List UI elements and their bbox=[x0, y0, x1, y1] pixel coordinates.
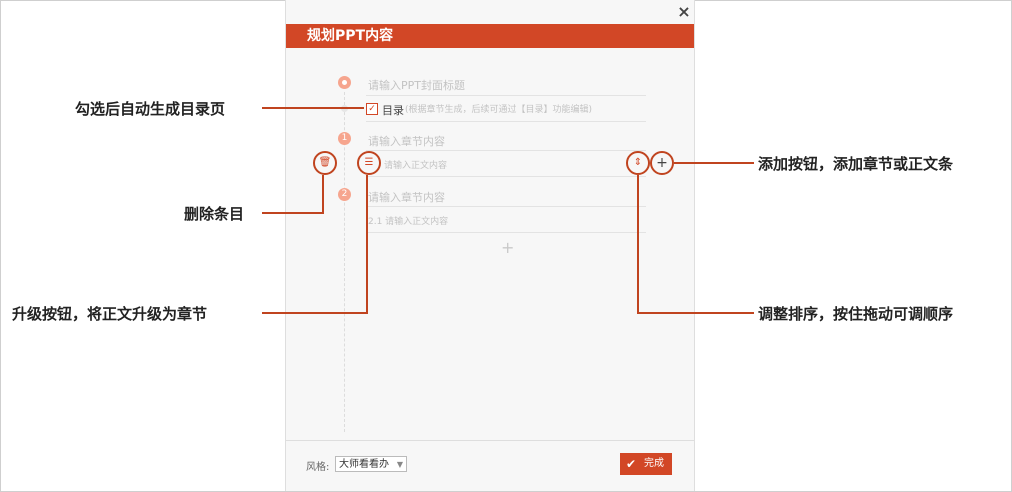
checkmark-icon: ✔ bbox=[626, 457, 637, 471]
callout-toc-checkbox: 勾选后自动生成目录页 bbox=[75, 100, 226, 118]
reorder-highlight[interactable]: ⇕ bbox=[626, 151, 650, 175]
add-highlight[interactable]: + bbox=[650, 151, 674, 175]
callout-promote: 升级按钮，将正文升级为章节 bbox=[12, 305, 208, 323]
dialog-title-bar: 规划PPT内容 bbox=[286, 24, 694, 48]
section-1-divider bbox=[366, 150, 646, 151]
plus-icon: + bbox=[656, 155, 668, 171]
promote-icon: ☰ bbox=[364, 157, 374, 168]
callout-add: 添加按钮，添加章节或正文条 bbox=[758, 155, 954, 173]
done-button[interactable]: ✔ 完成 bbox=[620, 453, 672, 475]
body-2-divider bbox=[366, 232, 646, 233]
callout-delete-line-h bbox=[262, 212, 324, 214]
trash-icon: 🗑 bbox=[318, 157, 332, 168]
callout-promote-line-h bbox=[262, 312, 368, 314]
chevron-down-icon: ▼ bbox=[396, 460, 403, 469]
cover-title-input[interactable]: 请输入PPT封面标题 bbox=[368, 77, 465, 93]
cover-divider bbox=[366, 95, 646, 96]
body-1-divider bbox=[366, 176, 646, 177]
section-input-2[interactable]: 请输入章节内容 bbox=[368, 189, 445, 205]
callout-add-line bbox=[674, 162, 754, 164]
body-input-2[interactable]: 2.1 请输入正文内容 bbox=[368, 214, 448, 227]
toc-label: 目录 bbox=[382, 104, 404, 117]
add-item-plus-icon[interactable]: + bbox=[501, 238, 514, 257]
style-select-value: 大师看看办 bbox=[339, 459, 389, 470]
promote-highlight[interactable]: ☰ bbox=[357, 151, 381, 175]
drag-reorder-icon: ⇕ bbox=[633, 157, 643, 168]
close-icon[interactable]: × bbox=[676, 2, 692, 22]
done-button-label: 完成 bbox=[644, 458, 664, 469]
toc-hint: (根据章节生成，后续可通过【目录】功能编辑) bbox=[405, 105, 593, 115]
toc-divider bbox=[366, 121, 646, 122]
dialog-title: 规划PPT内容 bbox=[307, 28, 394, 44]
callout-delete: 删除条目 bbox=[184, 205, 245, 223]
section-number-1: 1 bbox=[338, 132, 351, 145]
section-2-divider bbox=[366, 206, 646, 207]
plan-ppt-dialog: × 规划PPT内容 请输入PPT封面标题 ✓ 目录 (根据章节生成，后续可通过【… bbox=[285, 0, 695, 491]
callout-reorder-line-v bbox=[637, 175, 639, 314]
body-input-1[interactable]: 请输入正文内容 bbox=[384, 158, 447, 171]
callout-reorder: 调整排序，按住拖动可调顺序 bbox=[758, 305, 954, 323]
section-number-2: 2 bbox=[338, 188, 351, 201]
callout-toc-line bbox=[262, 107, 364, 109]
footer-divider bbox=[286, 440, 694, 441]
toc-checkbox[interactable]: ✓ bbox=[366, 103, 378, 115]
callout-delete-line-v bbox=[322, 175, 324, 214]
style-select[interactable]: 大师看看办 ▼ bbox=[335, 456, 407, 472]
cover-dot-icon bbox=[338, 76, 351, 89]
section-input-1[interactable]: 请输入章节内容 bbox=[368, 133, 445, 149]
style-label: 风格: bbox=[306, 462, 330, 473]
callout-reorder-line-h bbox=[637, 312, 754, 314]
delete-highlight[interactable]: 🗑 bbox=[313, 151, 337, 175]
callout-promote-line-v bbox=[366, 175, 368, 314]
